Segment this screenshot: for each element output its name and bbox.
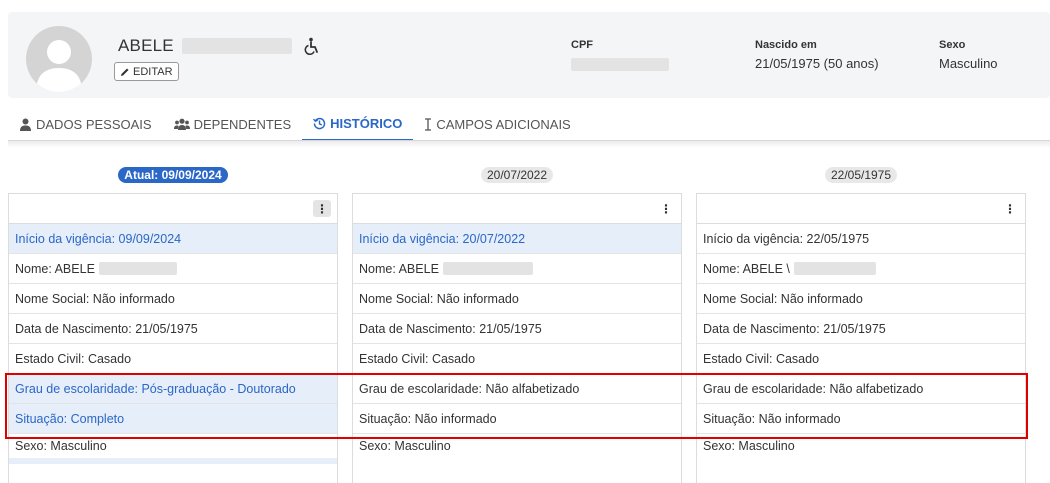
redacted-name [793, 262, 876, 275]
user-silhouette-icon [36, 40, 82, 92]
sex-info: Sexo Masculino [939, 39, 998, 71]
history-row: Situação: Não informado [697, 404, 1025, 434]
history-row: Situação: Completo [9, 404, 337, 434]
tab-campos-adicionais[interactable]: CAMPOS ADICIONAIS [413, 107, 581, 141]
history-column-1975: 22/05/1975 ⋮ Início da vigência: 22/05/1… [696, 166, 1026, 483]
redacted-cpf [571, 58, 669, 71]
name-row: ABELE [118, 36, 320, 56]
edit-button[interactable]: EDITAR [114, 62, 179, 81]
history-column-2022: 20/07/2022 ⋮ Início da vigência: 20/07/2… [352, 166, 682, 483]
history-row: Nome: ABELE [9, 254, 337, 284]
history-row: Sexo: Masculino [15, 439, 107, 453]
history-row: Grau de escolaridade: Não alfabetizado [353, 374, 681, 404]
history-card: ⋮ Início da vigência: 09/09/2024 Nome: A… [8, 193, 338, 483]
history-row: Nome Social: Não informado [353, 284, 681, 314]
kebab-menu-icon[interactable]: ⋮ [313, 200, 331, 217]
history-row: Nome Social: Não informado [697, 284, 1025, 314]
history-row: Grau de escolaridade: Não alfabetizado [697, 374, 1025, 404]
history-row: Data de Nascimento: 21/05/1975 [9, 314, 337, 344]
history-row: Data de Nascimento: 21/05/1975 [353, 314, 681, 344]
profile-card: ABELE EDITAR CPF Nascido em 21/05/1975 (… [8, 12, 1050, 98]
kebab-menu-icon[interactable]: ⋮ [657, 200, 675, 217]
history-row: Sexo: Masculino [359, 439, 451, 453]
history-row: Estado Civil: Casado [9, 344, 337, 374]
user-icon [20, 118, 31, 131]
tab-dados-pessoais[interactable]: DADOS PESSOAIS [8, 107, 163, 141]
cpf-label: CPF [571, 39, 593, 51]
tab-label: DADOS PESSOAIS [36, 116, 152, 132]
kebab-menu-icon[interactable]: ⋮ [1001, 200, 1019, 217]
avatar [26, 26, 92, 92]
history-row: Início da vigência: 22/05/1975 [697, 224, 1025, 254]
history-row: Sexo: Masculino [703, 439, 795, 453]
birth-label: Nascido em [755, 39, 817, 51]
cursor-icon [425, 117, 432, 131]
history-icon [313, 117, 326, 129]
history-row: Estado Civil: Casado [353, 344, 681, 374]
history-row: Início da vigência: 09/09/2024 [9, 224, 337, 254]
sex-label: Sexo [939, 39, 966, 51]
edit-button-label: EDITAR [133, 65, 173, 78]
tab-label: HISTÓRICO [330, 115, 403, 131]
history-card: ⋮ Início da vigência: 20/07/2022 Nome: A… [352, 193, 682, 483]
redacted-name [181, 38, 292, 54]
tab-dependentes[interactable]: DEPENDENTES [163, 107, 303, 141]
history-column-current: Atual: 09/09/2024 ⋮ Início da vigência: … [8, 166, 338, 483]
history-row: Data de Nascimento: 21/05/1975 [697, 314, 1025, 344]
birth-info: Nascido em 21/05/1975 (50 anos) [755, 39, 879, 71]
history-date-badge: 22/05/1975 [824, 167, 898, 183]
history-date-badge: Atual: 09/09/2024 [118, 167, 228, 183]
history-row: Estado Civil: Casado [697, 344, 1025, 374]
sex-value: Masculino [939, 56, 998, 71]
tab-historico[interactable]: HISTÓRICO [302, 107, 414, 141]
birth-value: 21/05/1975 (50 anos) [755, 56, 879, 71]
users-icon [173, 118, 190, 130]
history-row: Grau de escolaridade: Pós-graduação - Do… [9, 374, 337, 404]
history-row: Nome: ABELE [353, 254, 681, 284]
wheelchair-icon [304, 37, 318, 55]
tab-label: DEPENDENTES [193, 116, 292, 132]
history-date-badge: 20/07/2022 [480, 167, 554, 183]
cpf-info: CPF [571, 39, 669, 71]
tabs-shadow [8, 141, 1050, 148]
redacted-name [98, 262, 177, 275]
pencil-icon [121, 68, 129, 76]
history-row: Nome Social: Não informado [9, 284, 337, 314]
history-row: Início da vigência: 20/07/2022 [353, 224, 681, 254]
history-card: ⋮ Início da vigência: 22/05/1975 Nome: A… [696, 193, 1026, 483]
tab-label: CAMPOS ADICIONAIS [436, 116, 571, 132]
redacted-name [442, 262, 533, 275]
tab-bar: DADOS PESSOAIS DEPENDENTES HISTÓRICO CAM… [8, 107, 582, 141]
person-name: ABELE [118, 36, 174, 55]
history-row: Situação: Não informado [353, 404, 681, 434]
history-row: Nome: ABELE \ [697, 254, 1025, 284]
